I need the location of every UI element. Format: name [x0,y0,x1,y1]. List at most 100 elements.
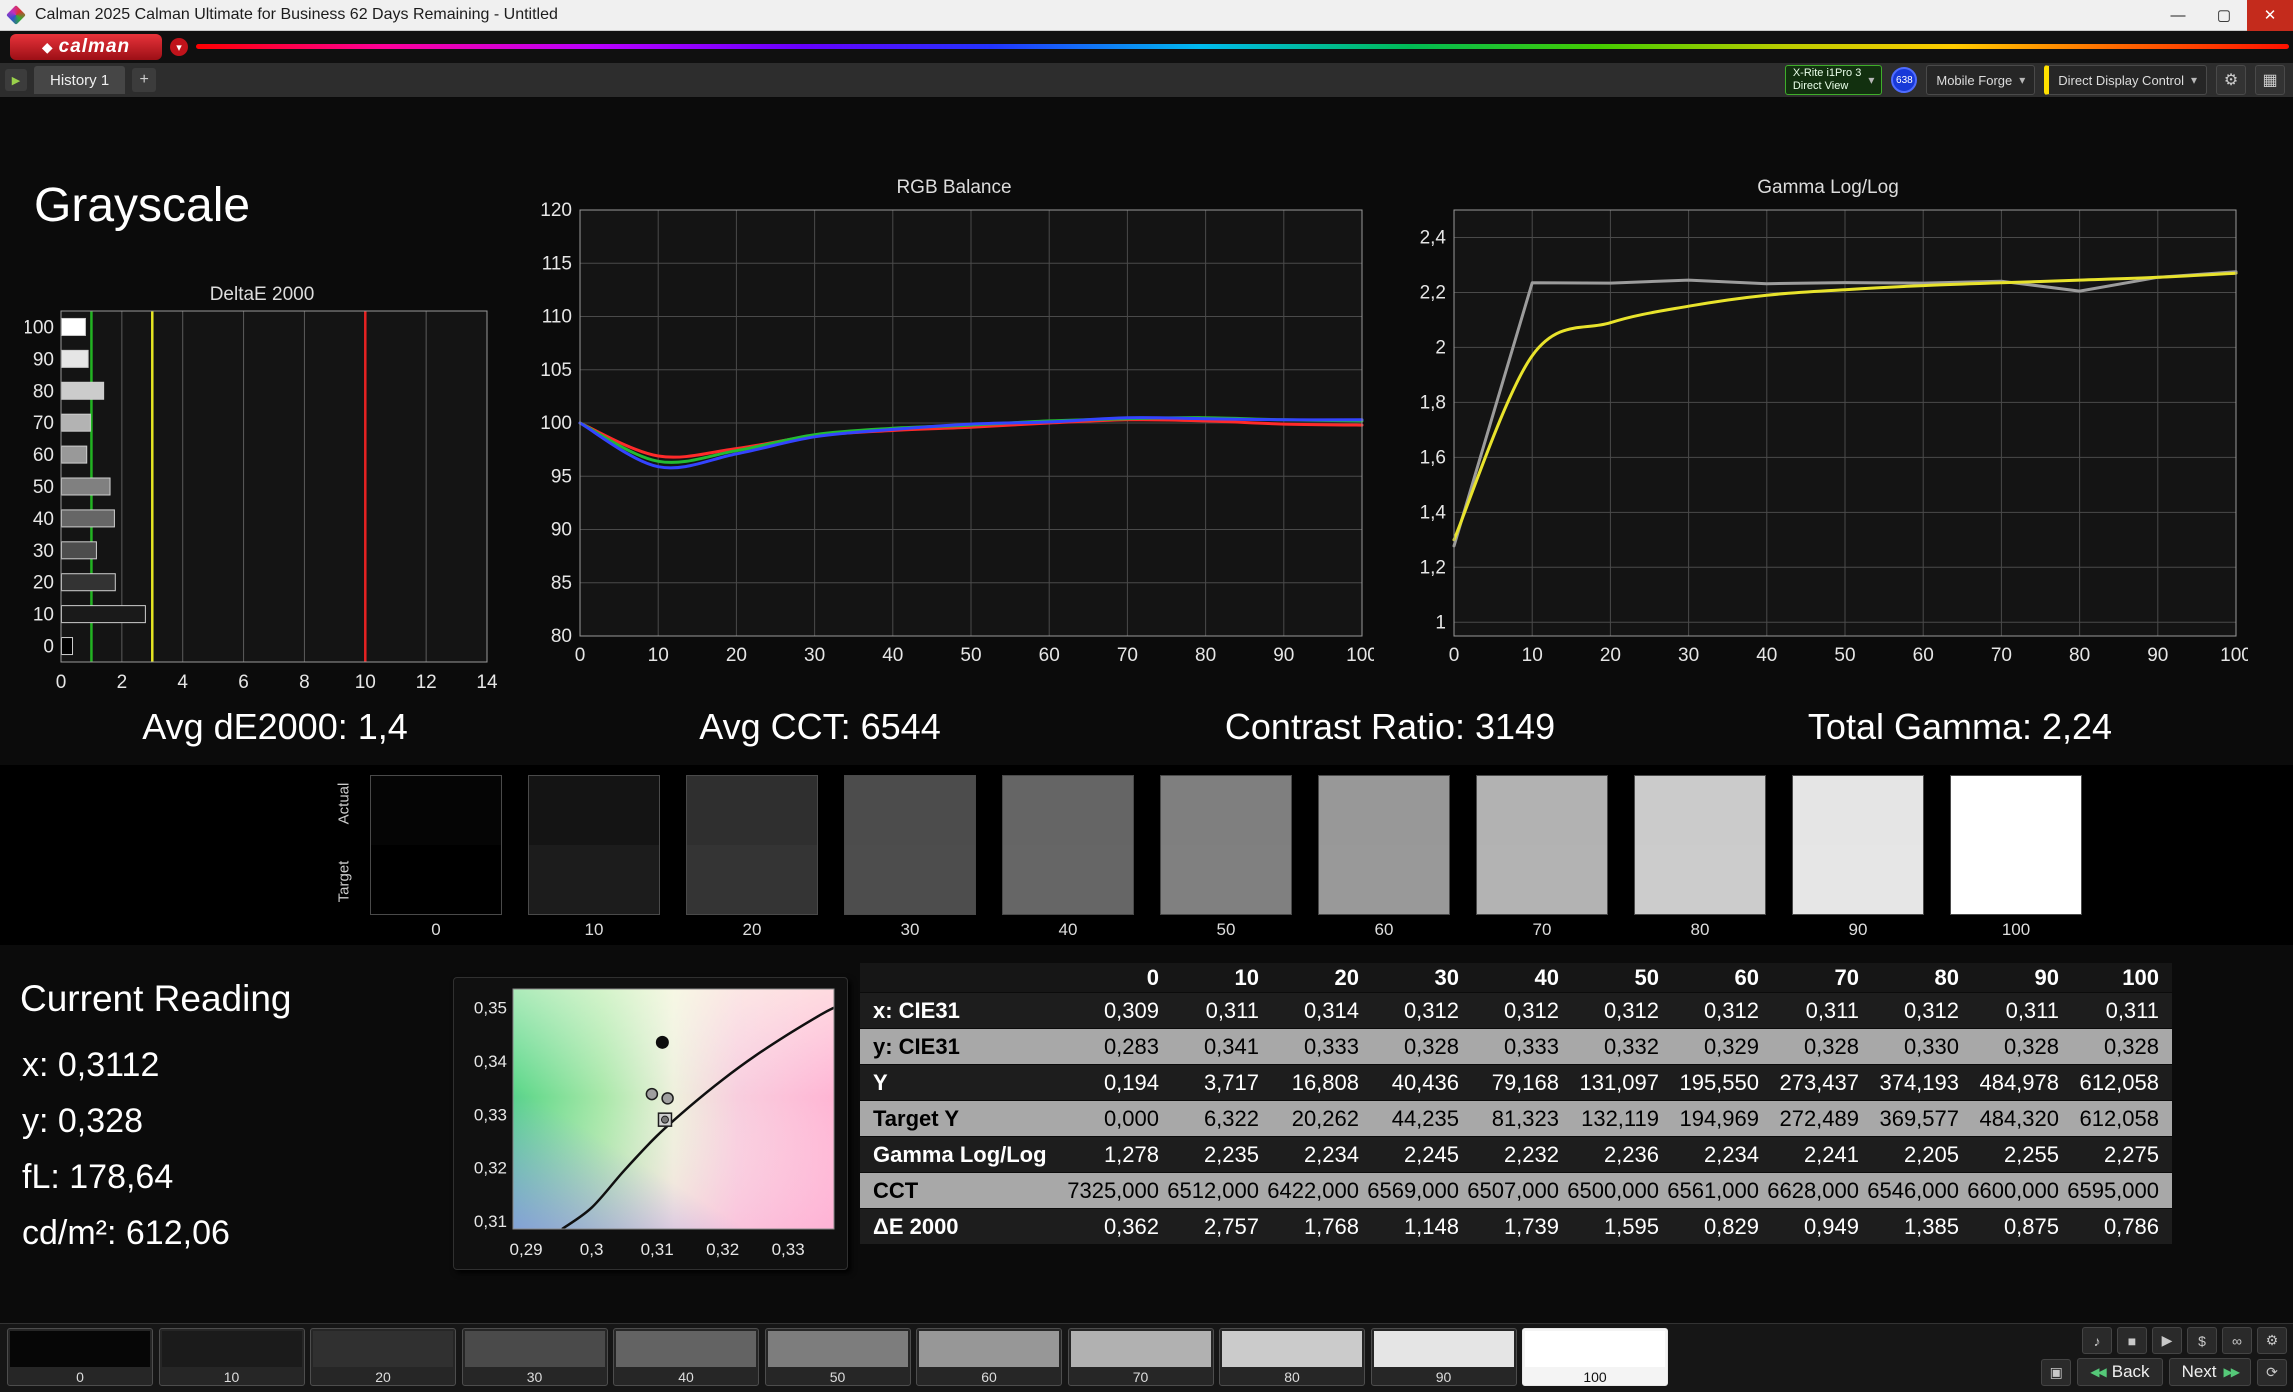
pattern-step-swatch [162,1331,302,1367]
pattern-step-label: 80 [1222,1369,1362,1385]
back-button[interactable]: ◀◀ Back [2077,1358,2162,1386]
stat-avg-cct: Avg CCT: 6544 [600,704,1040,750]
table-cell: 6600,000 [1972,1173,2072,1208]
pattern-step-button-70[interactable]: 70 [1068,1328,1214,1386]
volume-button[interactable]: ♪ [2082,1327,2112,1354]
audio-icon: ♪ [2094,1333,2101,1349]
svg-text:80: 80 [1195,645,1216,666]
plus-icon: + [140,71,149,89]
current-reading-cdm2: cd/m²: 612,06 [22,1214,230,1253]
table-cell: 0,314 [1272,993,1372,1028]
actual-swatch [1635,776,1765,845]
deltae-bar-90 [62,350,89,367]
play-button[interactable]: ▶ [2152,1327,2182,1354]
table-cell: 79,168 [1472,1065,1572,1100]
table-row: Target Y0,0006,32220,26244,23581,323132,… [860,1101,2172,1137]
pattern-step-label: 30 [465,1369,605,1385]
pattern-step-button-60[interactable]: 60 [916,1328,1062,1386]
stop-button[interactable]: ■ [2117,1327,2147,1354]
table-cell: 6595,000 [2072,1173,2172,1208]
table-cell: 6,322 [1172,1101,1272,1136]
maximize-button[interactable]: ▢ [2201,0,2247,31]
tab-label: History 1 [50,72,109,89]
settings-button[interactable]: ⚙ [2216,65,2246,95]
next-button[interactable]: Next ▶▶ [2169,1358,2251,1386]
table-cell: 2,235 [1172,1137,1272,1172]
svg-text:1,6: 1,6 [1420,447,1446,468]
toolbar-settings-button[interactable]: ⚙ [2257,1327,2287,1354]
meter-select[interactable]: X-Rite i1Pro 3 Direct View ▾ [1785,65,1883,95]
pattern-step-button-0[interactable]: 0 [7,1328,153,1386]
history-prev-button[interactable]: ▶ [5,69,27,91]
pattern-step-button-20[interactable]: 20 [310,1328,456,1386]
swatch-label: 40 [1002,920,1134,940]
add-tab-button[interactable]: + [132,68,156,92]
swatch-box [1160,775,1292,915]
pattern-step-button-80[interactable]: 80 [1219,1328,1365,1386]
table-cell: 3,717 [1172,1065,1272,1100]
rgb-balance-chart-panel: RGB Balance 8085909510010511011512001020… [534,176,1374,670]
close-button[interactable]: ✕ [2247,0,2293,31]
deltae-bar-60 [62,446,87,463]
pattern-step-button-50[interactable]: 50 [765,1328,911,1386]
reading-marker [662,1093,673,1104]
pattern-step-button-30[interactable]: 30 [462,1328,608,1386]
table-cell: 195,550 [1672,1065,1772,1100]
workspace-layout-button[interactable]: ▦ [2255,65,2285,95]
table-cell: 0,194 [1072,1065,1172,1100]
coin-button[interactable]: $ [2187,1327,2217,1354]
pattern-step-button-40[interactable]: 40 [613,1328,759,1386]
calman-logo[interactable]: ◆ calman [10,34,162,60]
pattern-step-button-100[interactable]: 100 [1522,1328,1668,1386]
pattern-step-button-10[interactable]: 10 [159,1328,305,1386]
pattern-step-label: 70 [1071,1369,1211,1385]
svg-text:10: 10 [33,605,54,626]
table-cell: 40,436 [1372,1065,1472,1100]
svg-text:10: 10 [1522,645,1543,666]
display-control-select[interactable]: Direct Display Control ▾ [2044,65,2207,95]
table-header-row: 0102030405060708090100 [860,963,2172,993]
table-cell: 2,255 [1972,1137,2072,1172]
svg-text:0,33: 0,33 [474,1105,507,1124]
table-cell: 81,323 [1472,1101,1572,1136]
target-swatch [845,845,975,914]
swatch-box [1476,775,1608,915]
swatch-label: 70 [1476,920,1608,940]
swatch-label: 60 [1318,920,1450,940]
pattern-step-swatch [616,1331,756,1367]
actual-swatch [687,776,817,845]
table-cell: 2,234 [1272,1137,1372,1172]
deltae-bar-80 [62,382,104,399]
svg-text:90: 90 [33,349,54,370]
table-cell: 20,262 [1272,1101,1372,1136]
deltae-bar-70 [62,414,91,431]
cie-diagram: 0,310,320,330,340,350,290,30,310,320,33 [454,978,849,1271]
stat-avg-de2000: Avg dE2000: 1,4 [55,704,495,750]
pattern-window-icon: ▣ [2050,1364,2063,1381]
swatch-label: 0 [370,920,502,940]
pattern-step-button-90[interactable]: 90 [1371,1328,1517,1386]
pattern-source-select[interactable]: Mobile Forge ▾ [1926,65,2035,95]
table-cell: 1,739 [1472,1209,1572,1244]
table-cell: 132,119 [1572,1101,1672,1136]
svg-text:0: 0 [43,637,54,658]
continuous-measure-button[interactable]: ∞ [2222,1327,2252,1354]
minimize-button[interactable]: — [2155,0,2201,31]
gamma-chart-title: Gamma Log/Log [1408,176,2248,200]
table-cell: 0,311 [1172,993,1272,1028]
gear-icon: ⚙ [2224,70,2238,90]
back-button-label: Back [2112,1362,2150,1382]
pattern-window-button[interactable]: ▣ [2041,1359,2071,1386]
table-cell: 0,312 [1672,993,1772,1028]
rainbow-gradient-bar [196,44,2289,49]
svg-text:80: 80 [33,381,54,402]
svg-text:4: 4 [177,672,188,693]
pattern-step-swatch [465,1331,605,1367]
svg-text:30: 30 [804,645,825,666]
svg-text:10: 10 [355,672,376,693]
table-cell: 6512,000 [1172,1173,1272,1208]
svg-text:0,33: 0,33 [772,1240,805,1259]
refresh-button[interactable]: ⟳ [2257,1359,2287,1386]
tab-history-1[interactable]: History 1 [34,66,125,94]
main-menu-button[interactable]: ▾ [170,38,188,56]
